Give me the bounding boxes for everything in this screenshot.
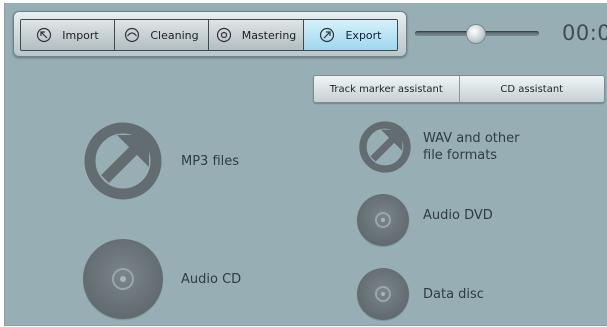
export-icon — [320, 27, 335, 43]
tab-import[interactable]: Import — [21, 20, 115, 50]
slider-thumb[interactable] — [465, 24, 486, 44]
workflow-tabbar: Import Cleaning Mastering Export — [13, 11, 407, 57]
export-window: Import Cleaning Mastering Export 00:0 Tr… — [4, 3, 607, 326]
tab-export-label: Export — [345, 28, 382, 42]
audio-cd-label: Audio CD — [181, 271, 242, 287]
assistant-buttons: Track marker assistant CD assistant — [313, 75, 605, 103]
wav-label: WAV and other file formats — [423, 130, 519, 164]
dvd-disc-icon — [357, 194, 409, 246]
tab-cleaning-label: Cleaning — [150, 28, 199, 42]
export-audio-cd[interactable]: Audio CD — [83, 239, 241, 319]
audio-dvd-label: Audio DVD — [423, 207, 493, 223]
cleaning-icon — [125, 27, 140, 43]
tab-cleaning[interactable]: Cleaning — [115, 20, 209, 50]
mastering-icon — [216, 27, 231, 43]
tab-export[interactable]: Export — [304, 20, 397, 50]
export-arrow-icon — [359, 121, 411, 173]
time-display: 00:0 — [562, 21, 607, 45]
tab-import-label: Import — [62, 28, 99, 42]
export-mp3[interactable]: MP3 files — [81, 119, 239, 203]
export-arrow-icon — [84, 122, 162, 200]
wav-label-line1: WAV and other — [423, 131, 520, 146]
export-data-disc[interactable]: Data disc — [357, 268, 484, 320]
data-disc-label: Data disc — [423, 286, 484, 302]
wav-label-line2: file formats — [423, 148, 498, 163]
cd-assistant-button[interactable]: CD assistant — [458, 76, 604, 102]
export-wav[interactable]: WAV and other file formats — [357, 119, 519, 175]
cd-disc-icon — [83, 239, 163, 319]
export-audio-dvd[interactable]: Audio DVD — [357, 194, 493, 246]
track-marker-assistant-button[interactable]: Track marker assistant — [314, 76, 459, 102]
tab-mastering-label: Mastering — [241, 28, 297, 42]
tab-group: Import Cleaning Mastering Export — [20, 19, 398, 51]
data-disc-icon — [357, 268, 409, 320]
position-slider[interactable] — [415, 23, 539, 44]
tab-mastering[interactable]: Mastering — [209, 20, 304, 50]
mp3-label: MP3 files — [181, 153, 240, 169]
import-icon — [37, 27, 52, 43]
